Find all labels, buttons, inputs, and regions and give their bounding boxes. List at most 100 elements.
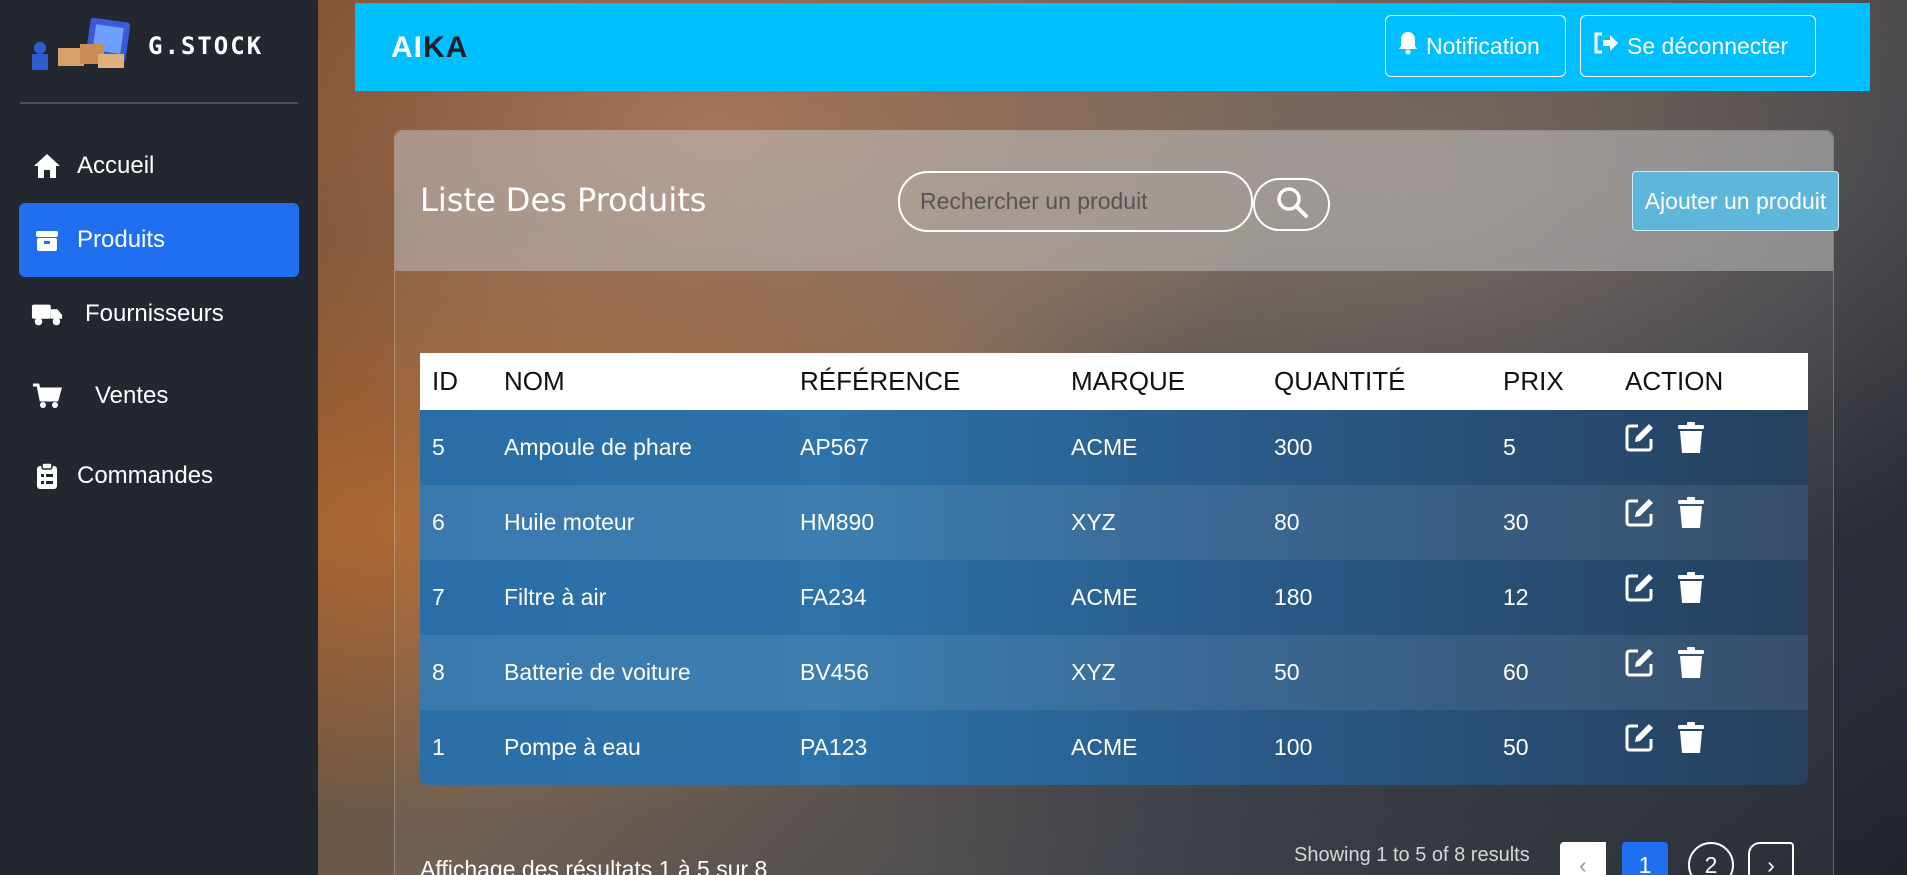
sidebar-item-commandes[interactable]: Commandes [19,439,299,513]
table-row: 8 Batterie de voiture BV456 XYZ 50 60 [420,635,1808,710]
cell-quantite: 80 [1274,509,1300,535]
results-summary-en: Showing 1 to 5 of 8 results [1294,844,1530,866]
row-actions [1625,571,1705,610]
sidebar-item-produits[interactable]: Produits [19,203,299,277]
cell-prix: 5 [1503,434,1516,460]
cell-prix: 60 [1503,659,1529,685]
sidebar-item-label: Accueil [77,152,155,179]
cell-marque: XYZ [1071,659,1116,685]
column-header-quantite[interactable]: QUANTITÉ [1274,366,1405,397]
table-row: 6 Huile moteur HM890 XYZ 80 30 [420,485,1808,560]
truck-icon [31,301,63,327]
trash-icon[interactable] [1677,646,1705,685]
logout-label: Se déconnecter [1627,32,1789,59]
page-title: Liste Des Produits [420,181,707,219]
pagination-prev[interactable]: ‹ [1560,842,1606,875]
cell-quantite: 300 [1274,434,1313,460]
cell-marque: ACME [1071,584,1138,610]
brand-name: G.STOCK [148,32,264,60]
sidebar-item-ventes[interactable]: Ventes [19,359,299,433]
logout-button[interactable]: Se déconnecter [1580,15,1816,77]
table-row: 7 Filtre à air FA234 ACME 180 12 [420,560,1808,635]
sidebar-item-label: Commandes [77,462,214,489]
clipboard-icon [31,462,63,490]
box-icon [31,227,63,253]
pagination-next[interactable]: › [1748,842,1794,875]
column-header-nom[interactable]: NOM [504,366,565,397]
notification-button[interactable]: Notification [1385,15,1566,77]
cell-quantite: 180 [1274,584,1313,610]
cell-nom: Huile moteur [504,509,635,535]
sidebar-nav: Accueil Produits Fournisseurs Ventes Com… [19,129,299,513]
logo-part-light: AI [391,31,423,64]
column-header-prix[interactable]: PRIX [1503,366,1564,397]
cell-nom: Ampoule de phare [504,434,692,460]
sidebar-item-fournisseurs[interactable]: Fournisseurs [19,277,299,351]
edit-icon[interactable] [1625,572,1655,610]
column-header-action: ACTION [1625,366,1724,396]
cell-marque: ACME [1071,734,1138,760]
cell-reference: HM890 [800,509,875,535]
products-table: ID NOM RÉFÉRENCE MARQUE QUANTITÉ PRIX AC… [420,353,1808,785]
sidebar-item-label: Ventes [95,382,169,409]
cell-reference: BV456 [800,659,870,685]
cell-id: 7 [432,584,445,610]
row-actions [1625,646,1705,685]
cell-quantite: 100 [1274,734,1313,760]
cell-reference: FA234 [800,584,867,610]
sidebar-item-accueil[interactable]: Accueil [19,129,299,203]
sidebar-item-label: Fournisseurs [85,300,224,327]
row-actions [1625,496,1705,535]
edit-icon[interactable] [1625,722,1655,760]
trash-icon[interactable] [1677,421,1705,460]
cell-nom: Batterie de voiture [504,659,691,685]
cell-prix: 30 [1503,509,1529,535]
cell-reference: PA123 [800,734,868,760]
trash-icon[interactable] [1677,496,1705,535]
edit-icon[interactable] [1625,422,1655,460]
table-row: 1 Pompe à eau PA123 ACME 100 50 [420,710,1808,785]
cell-id: 8 [432,659,445,685]
row-actions [1625,421,1705,460]
cell-quantite: 50 [1274,659,1300,685]
cell-id: 1 [432,734,445,760]
products-card-header: Liste Des Produits Rechercher un produit… [395,131,1839,271]
column-header-id[interactable]: ID [432,366,458,397]
cell-nom: Filtre à air [504,584,607,610]
cell-nom: Pompe à eau [504,734,641,760]
cell-prix: 50 [1503,734,1529,760]
top-navbar: AIKA Notification Se déconnecter [355,3,1870,91]
search-icon [1275,185,1309,224]
main-content: AIKA Notification Se déconnecter Liste D… [318,0,1907,875]
brand[interactable]: G.STOCK [28,17,264,74]
cell-id: 5 [432,434,445,460]
table-header: ID NOM RÉFÉRENCE MARQUE QUANTITÉ PRIX AC… [420,353,1808,410]
cart-icon [31,382,63,410]
trash-icon[interactable] [1677,721,1705,760]
pagination-page-1[interactable]: 1 [1622,842,1668,875]
sign-out-icon [1593,31,1619,61]
cell-prix: 12 [1503,584,1529,610]
cell-marque: ACME [1071,434,1138,460]
trash-icon[interactable] [1677,571,1705,610]
sidebar-item-label: Produits [77,226,166,253]
cell-id: 6 [432,509,445,535]
column-header-reference[interactable]: RÉFÉRENCE [800,366,960,397]
cell-marque: XYZ [1071,509,1116,535]
search-placeholder: Rechercher un produit [920,188,1148,214]
notification-label: Notification [1426,32,1540,59]
row-actions [1625,721,1705,760]
bell-icon [1398,31,1418,61]
edit-icon[interactable] [1625,497,1655,535]
home-icon [31,152,63,180]
cell-reference: AP567 [800,434,870,460]
column-header-marque[interactable]: MARQUE [1071,366,1185,397]
edit-icon[interactable] [1625,647,1655,685]
app-logo[interactable]: AIKA [391,31,468,65]
search-button[interactable] [1253,178,1330,231]
sidebar: G.STOCK Accueil Produits Fournisseurs Ve [0,0,318,875]
warehouse-logo-icon [28,17,138,74]
add-product-button[interactable]: Ajouter un produit [1632,171,1839,231]
search-input[interactable]: Rechercher un produit [898,171,1253,232]
sidebar-divider [20,102,298,104]
